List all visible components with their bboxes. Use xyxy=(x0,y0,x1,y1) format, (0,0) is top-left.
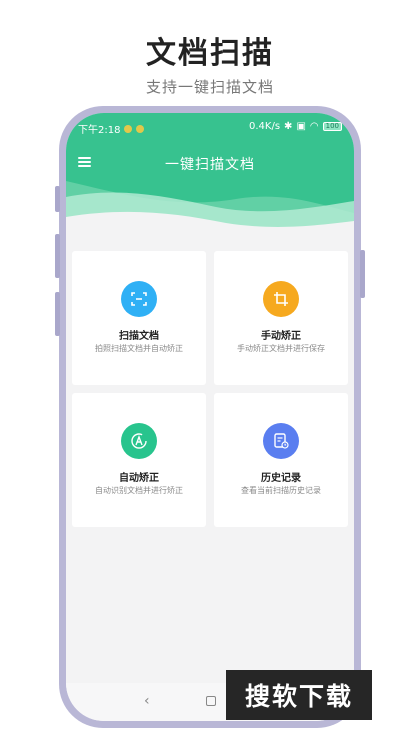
card-icon-circle xyxy=(121,281,157,317)
status-bar: 下午2:18 0.4K/s ✱ ▣ ◠ 100 xyxy=(66,121,354,137)
bluetooth-icon: ✱ xyxy=(284,121,293,132)
phone-power-button xyxy=(360,250,365,298)
card-title: 历史记录 xyxy=(261,473,301,484)
card-subtitle: 拍照扫描文档并自动矫正 xyxy=(95,344,183,353)
sim-icon: ▣ xyxy=(296,121,306,132)
card-scan-document[interactable]: 扫描文档 拍照扫描文档并自动矫正 xyxy=(72,251,206,385)
phone-side-button xyxy=(55,292,60,336)
app-header: 下午2:18 0.4K/s ✱ ▣ ◠ 100 一键扫描文档 xyxy=(66,113,354,233)
phone-side-button xyxy=(55,186,60,212)
home-icon[interactable] xyxy=(206,696,216,706)
card-icon-circle xyxy=(263,423,299,459)
auto-correct-icon xyxy=(131,433,147,449)
card-manual-correct[interactable]: 手动矫正 手动矫正文档并进行保存 xyxy=(214,251,348,385)
wifi-icon: ◠ xyxy=(309,121,319,132)
card-subtitle: 自动识别文档并进行矫正 xyxy=(95,486,183,495)
status-time: 下午2:18 xyxy=(78,125,121,136)
promo-page: 文档扫描 支持一键扫描文档 下午2:18 0.4K/s ✱ ▣ ◠ 100 一键… xyxy=(0,0,420,746)
header-wave xyxy=(66,181,354,233)
card-title: 自动矫正 xyxy=(119,473,159,484)
card-title: 手动矫正 xyxy=(261,331,301,342)
card-history[interactable]: 历史记录 查看当前扫描历史记录 xyxy=(214,393,348,527)
card-auto-correct[interactable]: 自动矫正 自动识别文档并进行矫正 xyxy=(72,393,206,527)
scan-icon xyxy=(131,292,147,306)
phone-screen: 下午2:18 0.4K/s ✱ ▣ ◠ 100 一键扫描文档 扫描文档 拍照扫描… xyxy=(66,113,354,721)
card-icon-circle xyxy=(121,423,157,459)
card-subtitle: 查看当前扫描历史记录 xyxy=(241,486,321,495)
app-title: 一键扫描文档 xyxy=(165,157,255,173)
phone-side-button xyxy=(55,234,60,278)
back-icon[interactable]: ‹ xyxy=(144,693,150,709)
card-subtitle: 手动矫正文档并进行保存 xyxy=(237,344,325,353)
promo-headline: 文档扫描 xyxy=(146,36,274,71)
promo-subline: 支持一键扫描文档 xyxy=(145,78,274,96)
network-speed: 0.4K/s xyxy=(249,121,281,132)
crop-icon xyxy=(274,292,288,306)
notification-icon xyxy=(124,124,133,133)
watermark-logo: 搜软下载 xyxy=(226,670,372,720)
card-title: 扫描文档 xyxy=(119,331,159,342)
phone-frame: 下午2:18 0.4K/s ✱ ▣ ◠ 100 一键扫描文档 扫描文档 拍照扫描… xyxy=(55,106,365,728)
notification-icon xyxy=(136,124,145,133)
card-icon-circle xyxy=(263,281,299,317)
history-icon xyxy=(274,433,289,449)
battery-icon: 100 xyxy=(322,122,342,131)
